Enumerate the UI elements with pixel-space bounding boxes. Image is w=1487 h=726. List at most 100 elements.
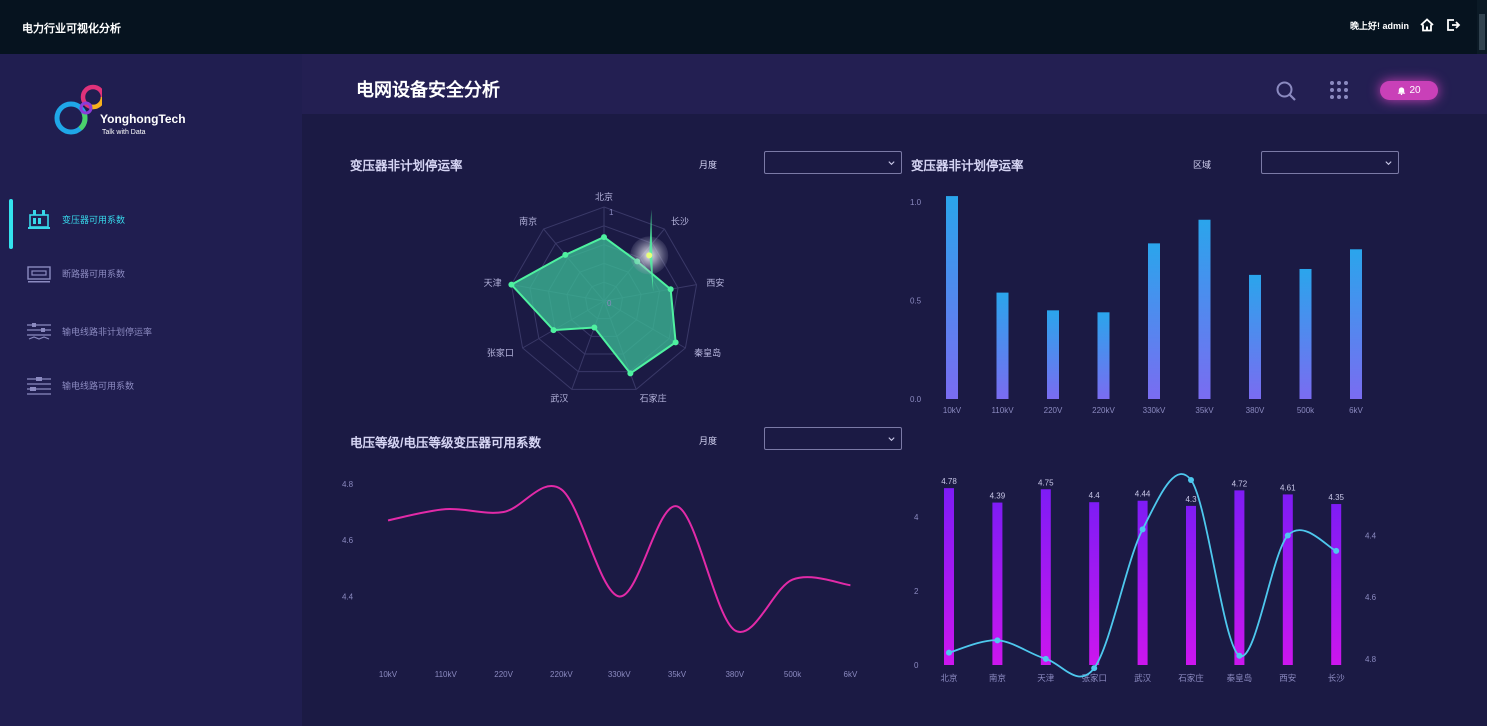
combo-bar[interactable] <box>1040 489 1051 665</box>
bar[interactable] <box>1047 310 1059 399</box>
line-xtick-label: 330kV <box>608 670 631 679</box>
bar-xtick-label: 10kV <box>943 406 962 415</box>
line-xtick-label: 110kV <box>435 670 458 679</box>
combo-chart: 4 2 0 4.4 4.6 4.8 4.78 北京 4.39 南京 4.75 天津 4.4 张家口 4.44… <box>914 473 1377 683</box>
combo-right-ytick-label: 4.8 <box>1365 655 1377 664</box>
combo-xtick-label: 石家庄 <box>1178 673 1204 683</box>
combo-bar-value-label: 4.35 <box>1328 493 1344 502</box>
radar-point[interactable] <box>601 234 607 241</box>
bar[interactable] <box>1299 268 1312 399</box>
combo-line-point[interactable] <box>946 649 952 656</box>
line-xtick-label: 380V <box>725 670 744 679</box>
radar-point[interactable] <box>591 324 598 331</box>
bar[interactable] <box>1097 312 1110 399</box>
combo-left-ytick-label: 0 <box>914 661 919 670</box>
radar-highlight-point[interactable] <box>646 252 653 259</box>
radar-scale-label: 1 <box>609 208 614 217</box>
bar-ytick-label: 1.0 <box>910 198 922 207</box>
combo-xtick-label: 秦皇岛 <box>1227 673 1253 683</box>
line-xtick-label: 6kV <box>844 670 858 679</box>
combo-bar-value-label: 4.61 <box>1280 483 1296 492</box>
combo-xtick-label: 长沙 <box>1328 673 1346 683</box>
bar[interactable] <box>1198 219 1211 399</box>
line-ytick-label: 4.8 <box>342 480 354 489</box>
combo-left-ytick-label: 2 <box>914 587 919 596</box>
combo-line-point[interactable] <box>1236 652 1243 659</box>
line-xtick-label: 500k <box>784 670 802 679</box>
radar-point[interactable] <box>672 339 679 346</box>
line-xtick-label: 10kV <box>379 670 398 679</box>
bar[interactable] <box>1249 274 1261 399</box>
line-chart: 4.8 4.6 4.4 10kV 110kV 220V 220kV 330kV 35kV 380V… <box>342 480 858 679</box>
combo-bar[interactable] <box>1089 502 1100 665</box>
combo-bar[interactable] <box>1137 500 1148 665</box>
line-ytick-label: 4.4 <box>342 592 354 601</box>
radar-category-label: 北京 <box>595 191 613 202</box>
combo-xtick-label: 北京 <box>940 673 957 683</box>
charts-canvas: 北京长沙西安秦皇岛石家庄武汉张家口天津南京10 1.00.50.010kV 110… <box>342 191 1377 683</box>
bar[interactable] <box>946 196 958 399</box>
radar-chart: 北京长沙西安秦皇岛石家庄 武汉 张家口 天津 南京 1 0 <box>484 191 725 404</box>
combo-right-ytick-label: 4.6 <box>1365 593 1377 602</box>
bar[interactable] <box>1148 243 1160 399</box>
bar-xtick-label: 220V <box>1044 406 1063 415</box>
combo-xtick-label: 西安 <box>1279 673 1296 683</box>
radar-point[interactable] <box>508 281 515 288</box>
radar-category-label: 长沙 <box>671 215 689 226</box>
combo-bar-value-label: 4.78 <box>941 477 957 486</box>
combo-line-point[interactable] <box>994 637 1001 644</box>
bar-xtick-label: 6kV <box>1349 406 1363 415</box>
combo-line-point[interactable] <box>1139 526 1146 533</box>
combo-bar[interactable] <box>1282 494 1293 665</box>
line-xtick-label: 220V <box>494 670 513 679</box>
radar-category-label: 西安 <box>706 277 724 288</box>
bar-xtick-label: 380V <box>1246 406 1265 415</box>
radar-point[interactable] <box>562 251 569 258</box>
bar-ytick-label: 0.5 <box>910 297 922 306</box>
bar-xtick-label: 330kV <box>1143 406 1166 415</box>
radar-category-label: 张家口 <box>487 347 514 358</box>
radar-category-label: 武汉 <box>550 393 568 404</box>
combo-xtick-label: 南京 <box>989 673 1006 683</box>
bar[interactable] <box>996 292 1009 399</box>
combo-xtick-label: 张家口 <box>1081 673 1107 683</box>
combo-bar-value-label: 4.75 <box>1038 478 1054 487</box>
combo-bar-value-label: 4.72 <box>1232 479 1248 488</box>
radar-category-label: 天津 <box>484 278 502 288</box>
bar-xtick-label: 35kV <box>1195 406 1214 415</box>
combo-line-point[interactable] <box>1333 547 1340 554</box>
line-series[interactable] <box>387 485 851 634</box>
line-xtick-label: 35kV <box>668 670 687 679</box>
combo-bar-value-label: 4.3 <box>1185 495 1197 504</box>
radar-category-label: 石家庄 <box>640 393 667 404</box>
combo-bar-value-label: 4.44 <box>1135 490 1151 499</box>
combo-line-point[interactable] <box>1188 477 1194 483</box>
bar-xtick-label: 220kV <box>1092 406 1115 415</box>
bar-xtick-label: 110kV <box>991 406 1014 415</box>
bar-xtick-label: 500k <box>1297 406 1315 415</box>
line-xtick-label: 220kV <box>550 670 573 679</box>
combo-line-point[interactable] <box>1042 655 1049 662</box>
combo-bar-value-label: 4.4 <box>1089 491 1101 500</box>
bar-chart: 1.0 0.5 0.0 10kV 110kV 220V 220kV 330kV 35kV 380V… <box>910 196 1364 415</box>
radar-category-label: 秦皇岛 <box>694 347 721 358</box>
radar-point[interactable] <box>627 370 634 377</box>
combo-bar[interactable] <box>944 488 954 665</box>
combo-bar-value-label: 4.39 <box>990 492 1006 501</box>
combo-bar[interactable] <box>1186 505 1196 665</box>
radar-point[interactable] <box>667 286 674 293</box>
bar[interactable] <box>1350 249 1362 399</box>
combo-xtick-label: 天津 <box>1037 673 1055 683</box>
combo-right-ytick-label: 4.4 <box>1365 532 1377 541</box>
combo-line-point[interactable] <box>1284 532 1291 539</box>
combo-xtick-label: 武汉 <box>1134 673 1152 683</box>
combo-bar[interactable] <box>1331 504 1342 665</box>
bar-ytick-label: 0.0 <box>910 395 922 404</box>
radar-point[interactable] <box>550 327 557 334</box>
radar-category-label: 南京 <box>519 215 537 226</box>
combo-bar[interactable] <box>1234 490 1245 665</box>
combo-line-point[interactable] <box>1091 665 1098 672</box>
combo-left-ytick-label: 4 <box>914 513 919 522</box>
radar-scale-label: 0 <box>607 299 612 308</box>
line-ytick-label: 4.6 <box>342 536 354 545</box>
